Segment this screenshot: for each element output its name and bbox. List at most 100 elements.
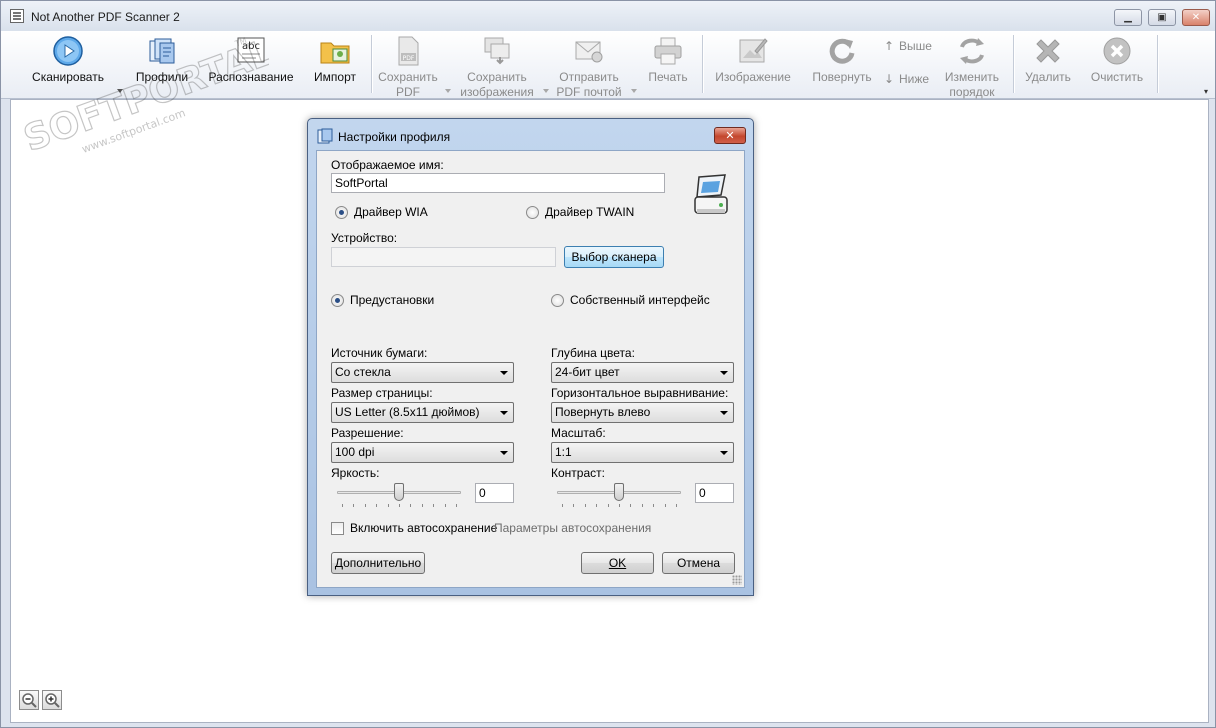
autosave-label[interactable]: Включить автосохранение (350, 521, 497, 535)
presets-radio[interactable] (331, 294, 344, 307)
slider-tick (410, 504, 411, 507)
delete-button[interactable]: Удалить (1019, 33, 1077, 95)
device-label: Устройство: (331, 231, 398, 245)
h-align-label: Горизонтальное выравнивание: (551, 386, 729, 400)
move-down-label: Ниже (899, 72, 930, 86)
autosave-checkbox[interactable] (331, 522, 344, 535)
window-title: Not Another PDF Scanner 2 (31, 10, 180, 24)
save-images-button[interactable]: Сохранить изображения (455, 33, 539, 99)
scanner-icon (694, 174, 728, 214)
h-align-select[interactable]: Повернуть влево (551, 402, 734, 423)
driver-twain-label[interactable]: Драйвер TWAIN (545, 205, 634, 219)
save-pdf-dropdown-arrow[interactable] (445, 89, 451, 93)
email-pdf-button[interactable]: Отправить PDF почтой (553, 33, 625, 99)
minimize-button[interactable]: ▁ (1114, 9, 1142, 26)
image-edit-icon (739, 38, 768, 63)
h-align-value: Повернуть влево (555, 405, 651, 419)
scan-dropdown-arrow[interactable] (117, 89, 123, 93)
scale-select[interactable]: 1:1 (551, 442, 734, 463)
contrast-input[interactable]: 0 (695, 483, 734, 503)
slider-tick (445, 504, 446, 507)
toolbar-separator (371, 35, 372, 93)
print-label: Печать (648, 70, 688, 84)
chevron-down-icon (500, 411, 508, 415)
reorder-button[interactable]: Изменить порядок (939, 33, 1005, 99)
cancel-button[interactable]: Отмена (662, 552, 735, 574)
display-name-label: Отображаемое имя: (331, 158, 444, 172)
move-down-button[interactable]: ↓ Ниже (883, 72, 929, 88)
profiles-icon (149, 38, 175, 64)
driver-twain-radio[interactable] (526, 206, 539, 219)
contrast-slider[interactable] (557, 483, 681, 507)
image-label: Изображение (715, 70, 791, 84)
slider-tick (353, 504, 354, 507)
clear-circle-x-icon (1103, 37, 1131, 65)
slider-tick (596, 504, 597, 507)
move-up-label: Выше (899, 39, 932, 53)
slider-tick (608, 504, 609, 507)
reorder-label: Изменить порядок (944, 70, 1000, 99)
dialog-close-button[interactable]: ✕ (714, 127, 746, 144)
driver-wia-radio[interactable] (335, 206, 348, 219)
native-ui-label[interactable]: Собственный интерфейс (570, 293, 710, 307)
toolbar-overflow-icon[interactable]: ▾ (1201, 87, 1211, 97)
slider-thumb[interactable] (394, 483, 404, 501)
paper-source-value: Со стекла (335, 365, 391, 379)
page-size-value: US Letter (8.5x11 дюймов) (335, 405, 480, 419)
save-images-icon (484, 37, 510, 65)
toolbar-separator (1157, 35, 1158, 93)
profile-dialog-icon (317, 128, 333, 144)
chevron-down-icon (720, 371, 728, 375)
autosave-params-link[interactable]: Параметры автосохранения (494, 521, 651, 535)
display-name-input[interactable]: SoftPortal (331, 173, 665, 193)
slider-tick (642, 504, 643, 507)
brightness-label: Яркость: (331, 466, 380, 480)
profiles-button[interactable]: Профили (127, 33, 197, 95)
scan-play-icon (53, 36, 83, 66)
slider-thumb[interactable] (614, 483, 624, 501)
image-button[interactable]: Изображение (707, 33, 799, 95)
email-pdf-label: Отправить PDF почтой (556, 70, 622, 99)
zoom-in-button[interactable] (42, 690, 62, 710)
paper-source-label: Источник бумаги: (331, 346, 428, 360)
page-size-label: Размер страницы: (331, 386, 433, 400)
email-icon (575, 41, 603, 63)
maximize-button[interactable]: ▣ (1148, 9, 1176, 26)
toolbar: Сканировать Профили abc Распознавание Им… (1, 31, 1215, 99)
clear-button[interactable]: Очистить (1083, 33, 1151, 95)
color-depth-select[interactable]: 24-бит цвет (551, 362, 734, 383)
device-field (331, 247, 556, 267)
resolution-select[interactable]: 100 dpi (331, 442, 514, 463)
slider-ticks (557, 504, 681, 507)
slider-tick (388, 504, 389, 507)
chevron-down-icon (500, 451, 508, 455)
import-label: Импорт (314, 70, 356, 84)
rotate-button[interactable]: Повернуть (807, 33, 877, 95)
slider-tick (585, 504, 586, 507)
presets-label[interactable]: Предустановки (350, 293, 434, 307)
save-pdf-button[interactable]: PDF Сохранить PDF (375, 33, 441, 99)
resize-grip-icon[interactable] (732, 575, 742, 585)
brightness-slider[interactable] (337, 483, 461, 507)
driver-wia-label[interactable]: Драйвер WIA (354, 205, 428, 219)
brightness-input[interactable]: 0 (475, 483, 514, 503)
choose-scanner-button[interactable]: Выбор сканера (564, 246, 664, 268)
ocr-button[interactable]: abc Распознавание (205, 33, 297, 95)
page-size-select[interactable]: US Letter (8.5x11 дюймов) (331, 402, 514, 423)
advanced-button[interactable]: Дополнительно (331, 552, 425, 574)
save-pdf-icon: PDF (398, 36, 419, 66)
chevron-down-icon (720, 451, 728, 455)
ok-button[interactable]: OK (581, 552, 654, 574)
save-images-dropdown-arrow[interactable] (543, 89, 549, 93)
slider-tick (456, 504, 457, 507)
print-button[interactable]: Печать (641, 33, 695, 95)
email-pdf-dropdown-arrow[interactable] (631, 89, 637, 93)
zoom-in-icon (45, 693, 60, 708)
zoom-out-button[interactable] (19, 690, 39, 710)
native-ui-radio[interactable] (551, 294, 564, 307)
import-button[interactable]: Импорт (307, 33, 363, 95)
close-button[interactable]: ✕ (1182, 9, 1210, 26)
scan-button[interactable]: Сканировать (23, 33, 113, 95)
move-up-button[interactable]: ↑ Выше (883, 39, 932, 55)
paper-source-select[interactable]: Со стекла (331, 362, 514, 383)
